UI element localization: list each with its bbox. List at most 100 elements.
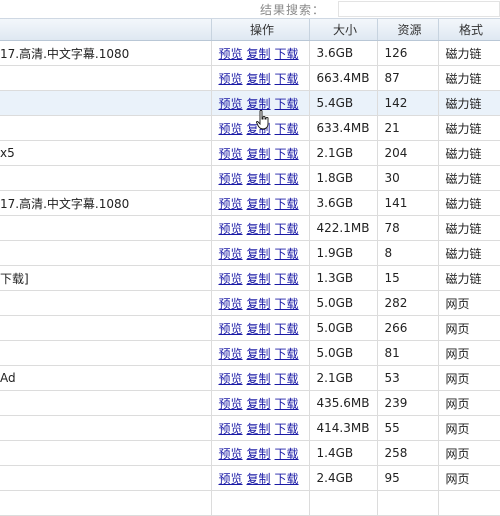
download-link[interactable]: 下载 xyxy=(275,347,299,361)
operation-cell: 预览 复制 下载 xyxy=(211,290,310,316)
download-link[interactable]: 下载 xyxy=(275,397,299,411)
preview-link[interactable]: 预览 xyxy=(219,447,243,461)
download-link[interactable]: 下载 xyxy=(275,197,299,211)
copy-link[interactable]: 复制 xyxy=(247,72,271,86)
preview-link[interactable]: 预览 xyxy=(219,472,243,486)
copy-link[interactable]: 复制 xyxy=(247,397,271,411)
preview-link[interactable]: 预览 xyxy=(219,97,243,111)
preview-link[interactable]: 预览 xyxy=(219,122,243,136)
copy-link[interactable]: 复制 xyxy=(247,472,271,486)
table-row[interactable]: 预览 复制 下载 633.4MB 21 磁力链 xyxy=(0,115,500,141)
preview-link[interactable]: 预览 xyxy=(219,147,243,161)
result-name[interactable] xyxy=(0,240,212,266)
result-name[interactable]: 17.高清.中文字幕.1080 xyxy=(0,40,212,66)
download-link[interactable]: 下载 xyxy=(275,147,299,161)
preview-link[interactable]: 预览 xyxy=(219,347,243,361)
result-name[interactable]: 17.高清.中文字幕.1080 xyxy=(0,190,212,216)
result-name[interactable] xyxy=(0,215,212,241)
result-name[interactable] xyxy=(0,315,212,341)
hand-pointer-cursor-icon xyxy=(256,110,269,130)
table-row[interactable]: 预览 复制 下载 5.0GB 81 网页 xyxy=(0,340,500,366)
copy-link[interactable]: 复制 xyxy=(247,47,271,61)
copy-link[interactable]: 复制 xyxy=(247,222,271,236)
result-name[interactable] xyxy=(0,490,212,516)
download-link[interactable]: 下载 xyxy=(275,122,299,136)
copy-link[interactable]: 复制 xyxy=(247,297,271,311)
table-row[interactable]: 下载] 预览 复制 下载 1.3GB 15 磁力链 xyxy=(0,265,500,291)
table-row[interactable]: 预览 复制 下载 1.9GB 8 磁力链 xyxy=(0,240,500,266)
download-link[interactable]: 下载 xyxy=(275,72,299,86)
table-row[interactable]: 预览 复制 下载 422.1MB 78 磁力链 xyxy=(0,215,500,241)
result-name[interactable] xyxy=(0,90,212,116)
preview-link[interactable]: 预览 xyxy=(219,247,243,261)
preview-link[interactable]: 预览 xyxy=(219,197,243,211)
download-link[interactable]: 下载 xyxy=(275,322,299,336)
preview-link[interactable]: 预览 xyxy=(219,172,243,186)
preview-link[interactable]: 预览 xyxy=(219,372,243,386)
download-link[interactable]: 下载 xyxy=(275,222,299,236)
download-link[interactable]: 下载 xyxy=(275,47,299,61)
result-name[interactable]: Ad xyxy=(0,365,212,391)
result-name[interactable] xyxy=(0,290,212,316)
download-link[interactable]: 下载 xyxy=(275,472,299,486)
preview-link[interactable]: 预览 xyxy=(219,297,243,311)
result-search-input[interactable] xyxy=(338,1,500,17)
table-row[interactable] xyxy=(0,490,500,516)
preview-link[interactable]: 预览 xyxy=(219,47,243,61)
download-link[interactable]: 下载 xyxy=(275,297,299,311)
preview-link[interactable]: 预览 xyxy=(219,222,243,236)
copy-link[interactable]: 复制 xyxy=(247,322,271,336)
copy-link[interactable]: 复制 xyxy=(247,247,271,261)
copy-link[interactable]: 复制 xyxy=(247,422,271,436)
table-row[interactable]: 预览 复制 下载 5.0GB 282 网页 xyxy=(0,290,500,316)
copy-link[interactable]: 复制 xyxy=(247,197,271,211)
result-name[interactable] xyxy=(0,390,212,416)
result-name[interactable]: x5 xyxy=(0,140,212,166)
result-name[interactable] xyxy=(0,415,212,441)
copy-link[interactable]: 复制 xyxy=(247,347,271,361)
copy-link[interactable]: 复制 xyxy=(247,447,271,461)
table-row[interactable]: 预览 复制 下载 1.4GB 258 网页 xyxy=(0,440,500,466)
operation-cell: 预览 复制 下载 xyxy=(211,340,310,366)
copy-link[interactable]: 复制 xyxy=(247,172,271,186)
download-link[interactable]: 下载 xyxy=(275,247,299,261)
table-row[interactable]: 预览 复制 下载 1.8GB 30 磁力链 xyxy=(0,165,500,191)
result-name[interactable]: 下载] xyxy=(0,265,212,291)
download-link[interactable]: 下载 xyxy=(275,272,299,286)
table-row[interactable]: 预览 复制 下载 435.6MB 239 网页 xyxy=(0,390,500,416)
download-link[interactable]: 下载 xyxy=(275,172,299,186)
result-name[interactable] xyxy=(0,440,212,466)
table-row[interactable]: 17.高清.中文字幕.1080 预览 复制 下载 3.6GB 126 磁力链 xyxy=(0,40,500,66)
result-name[interactable] xyxy=(0,465,212,491)
download-link[interactable]: 下载 xyxy=(275,447,299,461)
copy-link[interactable]: 复制 xyxy=(247,372,271,386)
table-row[interactable]: x5 预览 复制 下载 2.1GB 204 磁力链 xyxy=(0,140,500,166)
table-row[interactable]: 17.高清.中文字幕.1080 预览 复制 下载 3.6GB 141 磁力链 xyxy=(0,190,500,216)
preview-link[interactable]: 预览 xyxy=(219,272,243,286)
format-cell: 网页 xyxy=(438,365,500,391)
table-row[interactable]: 预览 复制 下载 414.3MB 55 网页 xyxy=(0,415,500,441)
preview-link[interactable]: 预览 xyxy=(219,72,243,86)
table-row[interactable]: 预览 复制 下载 5.4GB 142 磁力链 xyxy=(0,90,500,116)
table-row[interactable]: 预览 复制 下载 2.4GB 95 网页 xyxy=(0,465,500,491)
preview-link[interactable]: 预览 xyxy=(219,422,243,436)
copy-link[interactable]: 复制 xyxy=(247,272,271,286)
download-link[interactable]: 下载 xyxy=(275,422,299,436)
column-header-sources: 资源 xyxy=(377,19,439,41)
result-name[interactable] xyxy=(0,340,212,366)
table-row[interactable]: 预览 复制 下载 5.0GB 266 网页 xyxy=(0,315,500,341)
copy-link[interactable]: 复制 xyxy=(247,147,271,161)
preview-link[interactable]: 预览 xyxy=(219,322,243,336)
copy-link[interactable]: 复制 xyxy=(247,97,271,111)
download-link[interactable]: 下载 xyxy=(275,97,299,111)
result-name[interactable] xyxy=(0,65,212,91)
preview-link[interactable]: 预览 xyxy=(219,397,243,411)
table-row[interactable]: Ad 预览 复制 下载 2.1GB 53 网页 xyxy=(0,365,500,391)
format-cell: 网页 xyxy=(438,340,500,366)
download-link[interactable]: 下载 xyxy=(275,372,299,386)
format-cell: 磁力链 xyxy=(438,265,500,291)
table-row[interactable]: 预览 复制 下载 663.4MB 87 磁力链 xyxy=(0,65,500,91)
size-cell: 3.6GB xyxy=(309,40,378,66)
result-name[interactable] xyxy=(0,115,212,141)
result-name[interactable] xyxy=(0,165,212,191)
